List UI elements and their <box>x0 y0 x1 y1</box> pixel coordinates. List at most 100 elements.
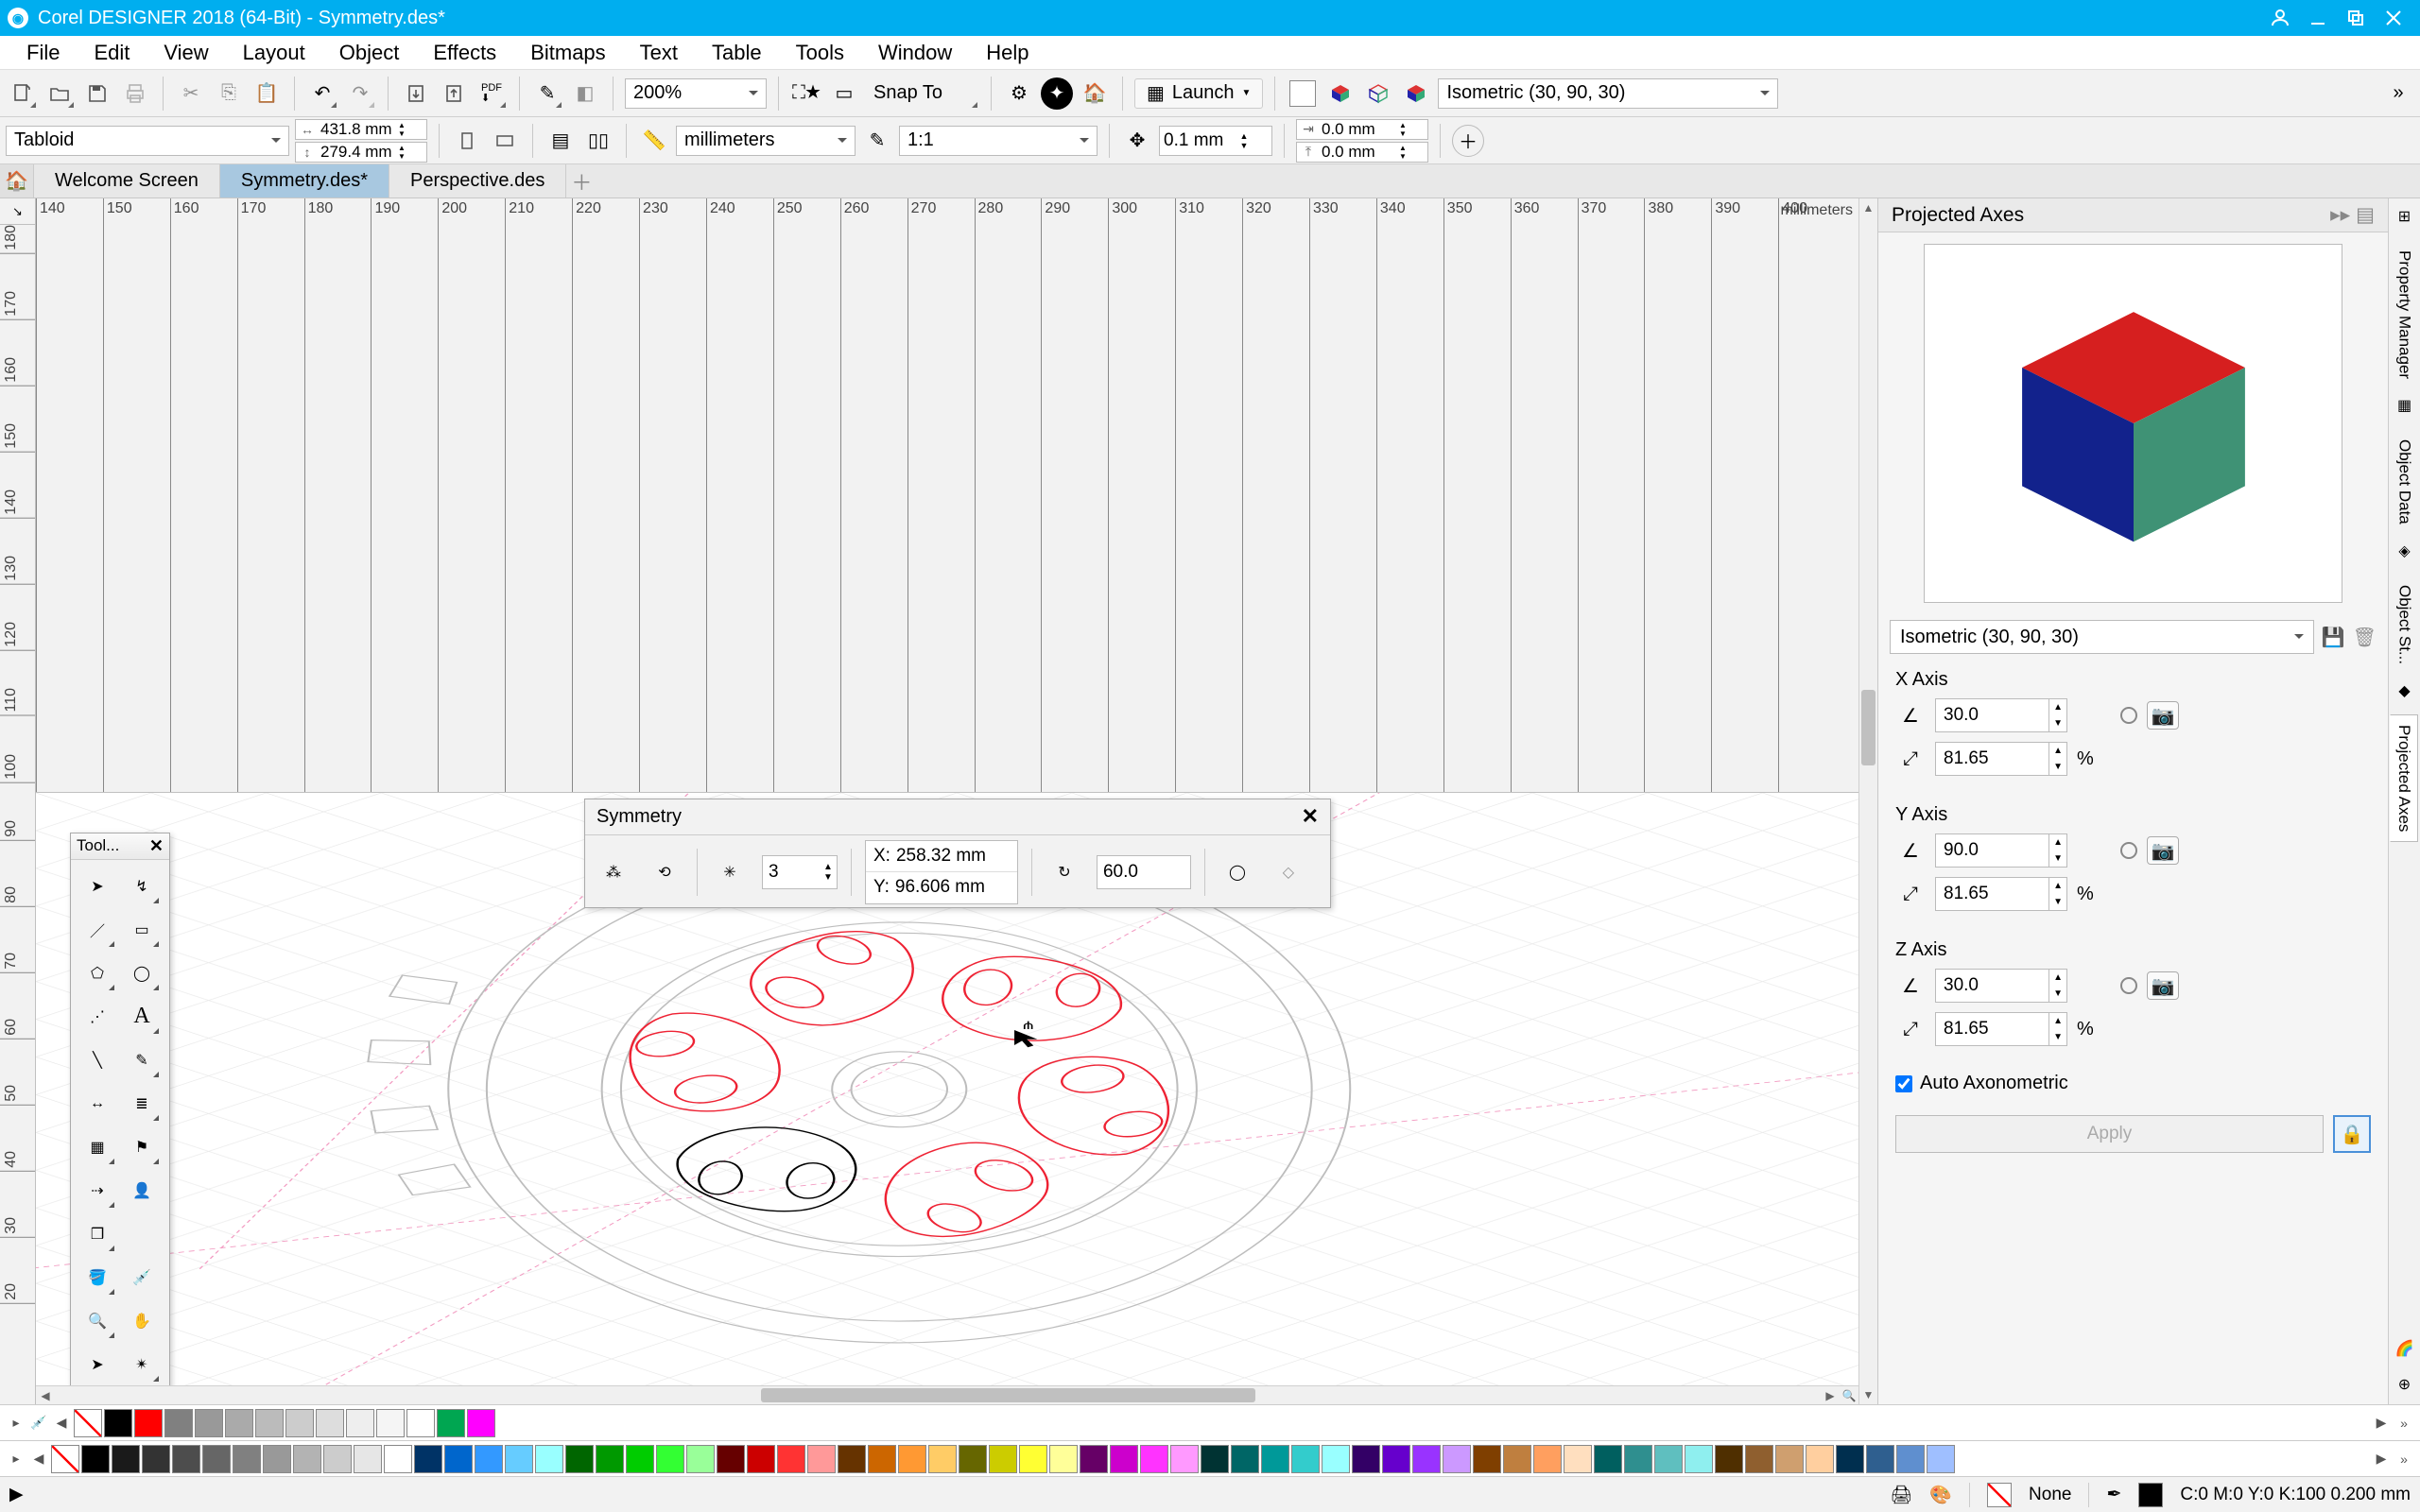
z-angle-input[interactable] <box>1936 970 2048 1002</box>
no-color-swatch[interactable] <box>74 1409 102 1437</box>
save-preset-button[interactable]: 💾 <box>2322 626 2345 649</box>
fullscreen-preview-button[interactable]: ⛶★ <box>790 77 822 110</box>
color-swatch[interactable] <box>414 1445 442 1473</box>
z-scale-input[interactable] <box>1936 1013 2048 1045</box>
palette-more-button[interactable]: » <box>2394 1409 2414 1437</box>
linear-pattern-tool[interactable]: ⋰ <box>78 998 116 1036</box>
color-swatch[interactable] <box>475 1445 503 1473</box>
drawing-canvas[interactable]: ⋔ Tool... ✕ ➤ ↯ ／ ▭ ⬠ ◯ ⋰ A ╲ <box>36 793 1858 1386</box>
paste-button[interactable]: 📋 <box>251 77 283 110</box>
palette2-next-button[interactable]: ▶ <box>2371 1445 2392 1473</box>
menu-table[interactable]: Table <box>695 37 779 69</box>
tab-perspective[interactable]: Perspective.des <box>389 164 566 198</box>
symmetry-show-lines-button[interactable]: ◯ <box>1219 853 1256 891</box>
show-rulers-button[interactable]: ▭ <box>828 77 860 110</box>
color-swatch[interactable] <box>777 1445 805 1473</box>
object-data-icon[interactable]: ▦ <box>2393 393 2417 418</box>
color-swatch[interactable] <box>81 1445 110 1473</box>
color-swatch[interactable] <box>1685 1445 1713 1473</box>
color-swatch[interactable] <box>807 1445 836 1473</box>
page-nav-icon[interactable]: ▶ <box>9 1484 24 1505</box>
color-swatch[interactable] <box>1927 1445 1955 1473</box>
menu-bitmaps[interactable]: Bitmaps <box>513 37 622 69</box>
color-swatch[interactable] <box>868 1445 896 1473</box>
eyedropper-tool[interactable]: 💉 <box>123 1259 161 1297</box>
cube-solid-button[interactable] <box>1400 77 1432 110</box>
drawing-scale-dropdown[interactable]: 1:1 <box>899 126 1098 156</box>
rainbow-icon[interactable]: 🌈 <box>2393 1336 2417 1361</box>
color-swatch[interactable] <box>717 1445 745 1473</box>
ellipse-tool[interactable]: ◯ <box>123 954 161 992</box>
color-swatch[interactable] <box>1110 1445 1138 1473</box>
options-button[interactable]: ⚙ <box>1003 77 1035 110</box>
y-axis-radio[interactable] <box>2120 842 2137 859</box>
color-swatch[interactable] <box>1624 1445 1652 1473</box>
vscroll-thumb[interactable] <box>1861 690 1876 765</box>
curve-tool-button[interactable]: ✎ <box>531 77 563 110</box>
color-swatch[interactable] <box>505 1445 533 1473</box>
palette-menu-button[interactable]: ▸ <box>6 1409 26 1437</box>
color-swatch[interactable] <box>202 1445 231 1473</box>
status-outline-swatch[interactable] <box>2138 1483 2163 1507</box>
symmetry-toolbar[interactable]: Symmetry ✕ ⁂ ⟲ ✳ ▲▼ X: Y: <box>584 799 1331 908</box>
color-swatch[interactable] <box>1443 1445 1471 1473</box>
color-swatch[interactable] <box>1866 1445 1894 1473</box>
y-axis-camera-button[interactable]: 📷 <box>2147 836 2179 865</box>
color-swatch[interactable] <box>1836 1445 1864 1473</box>
palette-eyedropper[interactable]: 💉 <box>28 1409 49 1437</box>
two-point-line-tool[interactable]: ╲ <box>78 1041 116 1079</box>
object-styles-icon[interactable]: ◈ <box>2393 539 2417 563</box>
color-swatch[interactable] <box>354 1445 382 1473</box>
color-swatch[interactable] <box>1715 1445 1743 1473</box>
symmetry-header[interactable]: Symmetry ✕ <box>585 799 1330 835</box>
color-swatch[interactable] <box>1564 1445 1592 1473</box>
orientation-portrait-button[interactable] <box>451 125 483 157</box>
color-swatch[interactable] <box>437 1409 465 1437</box>
ruler-horizontal[interactable]: millimeters 1401501601701801902002102202… <box>36 198 1858 793</box>
color-swatch[interactable] <box>406 1409 435 1437</box>
symmetry-close-button[interactable]: ✕ <box>1302 804 1319 829</box>
color-swatch[interactable] <box>626 1445 654 1473</box>
color-swatch[interactable] <box>959 1445 987 1473</box>
hscroll-thumb[interactable] <box>761 1388 1255 1402</box>
auto-axonometric-checkbox[interactable] <box>1895 1075 1912 1092</box>
color-swatch[interactable] <box>1049 1445 1078 1473</box>
projection-dropdown[interactable]: Isometric (30, 90, 30) <box>1438 78 1778 109</box>
color-swatch[interactable] <box>1473 1445 1501 1473</box>
symmetry-y-input[interactable] <box>895 877 1009 898</box>
status-color-icon[interactable]: 🎨 <box>1929 1484 1952 1506</box>
status-printer-icon[interactable]: 🖨 <box>1890 1484 1912 1506</box>
fill-tool[interactable]: 🪣 <box>78 1259 116 1297</box>
apply-button[interactable]: Apply <box>1895 1115 2324 1153</box>
no-color-swatch-2[interactable] <box>51 1445 79 1473</box>
palette2-menu-button[interactable]: ▸ <box>6 1445 26 1473</box>
x-scale-input[interactable] <box>1936 743 2048 775</box>
toolbox-panel[interactable]: Tool... ✕ ➤ ↯ ／ ▭ ⬠ ◯ ⋰ A ╲ ✎ ↔ ≣ ▦ <box>70 833 170 1386</box>
status-fill-swatch[interactable] <box>1987 1483 2012 1507</box>
y-angle-input[interactable] <box>1936 834 2048 867</box>
units-dropdown[interactable]: millimeters <box>676 126 856 156</box>
color-swatch[interactable] <box>1412 1445 1441 1473</box>
color-swatch[interactable] <box>1140 1445 1168 1473</box>
color-swatch[interactable] <box>747 1445 775 1473</box>
open-button[interactable] <box>43 77 76 110</box>
color-swatch[interactable] <box>293 1445 321 1473</box>
color-swatch[interactable] <box>376 1409 405 1437</box>
corel-world-button[interactable]: ✦ <box>1041 77 1073 110</box>
rectangle-tool[interactable]: ▭ <box>123 911 161 949</box>
vertical-scrollbar[interactable]: ▲ ▼ <box>1858 198 1877 1404</box>
lock-button[interactable]: 🔒 <box>2333 1115 2371 1153</box>
menu-view[interactable]: View <box>147 37 225 69</box>
color-swatch[interactable] <box>989 1445 1017 1473</box>
sidetabs-add-icon[interactable]: ⊕ <box>2393 1372 2417 1397</box>
color-swatch[interactable] <box>255 1409 284 1437</box>
welcome-tab-home[interactable]: 🏠 <box>0 164 34 198</box>
zoom-tool-corner[interactable]: 🔍 <box>1840 1386 1858 1404</box>
color-swatch[interactable] <box>164 1409 193 1437</box>
menu-window[interactable]: Window <box>861 37 969 69</box>
color-swatch[interactable] <box>1775 1445 1804 1473</box>
color-swatch[interactable] <box>1019 1445 1047 1473</box>
all-pages-button[interactable]: ▤ <box>544 125 577 157</box>
z-axis-camera-button[interactable]: 📷 <box>2147 971 2179 1000</box>
save-button[interactable] <box>81 77 113 110</box>
